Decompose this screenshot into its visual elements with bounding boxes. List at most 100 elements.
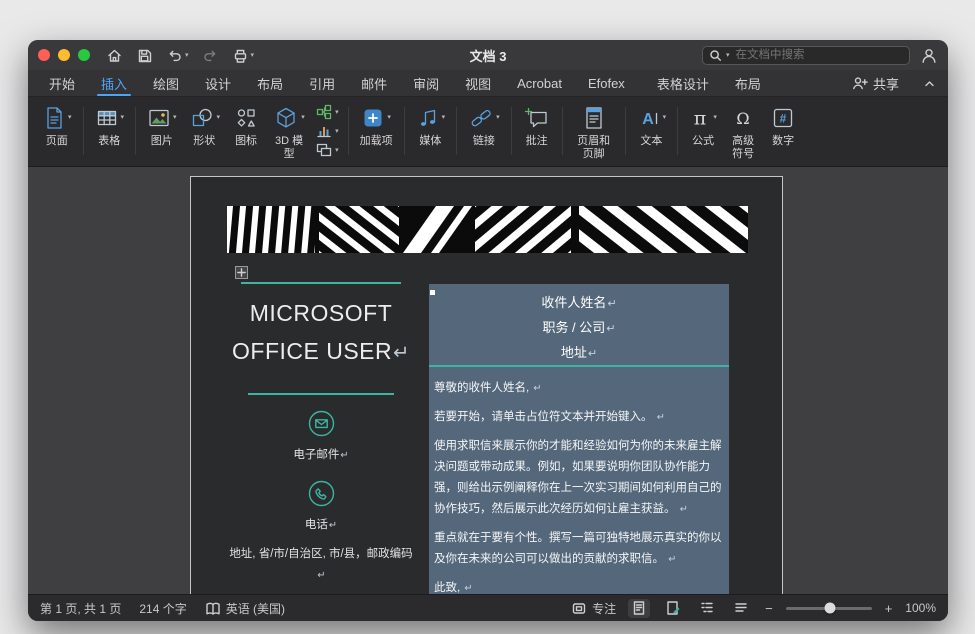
tab-table-design[interactable]: 表格设计 [644, 70, 722, 96]
ribbon-number-button[interactable]: # 数字 [763, 100, 803, 162]
document-page[interactable]: MICROSOFT OFFICE USER↵ 电子邮件↵ 电话↵ 地址, 省/市… [190, 176, 783, 594]
ribbon-divider [135, 107, 136, 155]
account-icon[interactable] [920, 47, 938, 64]
tab-references[interactable]: 引用 [296, 70, 348, 96]
recipient-title-line: 职务 / 公司↵ [429, 316, 729, 341]
ribbon-3d-models-label: 3D 模型 [272, 135, 306, 160]
paragraph-mark: ↵ [588, 348, 597, 360]
ribbon: ▾ 页面 ▾ 表格 ▾ 图片 ▾ 形状 图标 ▾ 3D 模型 ▾ ▾ ▾ [28, 97, 948, 167]
language-label: 英语 (美国) [226, 600, 285, 617]
tab-review[interactable]: 审阅 [400, 70, 452, 96]
pages-icon [42, 105, 66, 131]
ribbon-equation-button[interactable]: π▾ 公式 [683, 100, 723, 162]
ribbon-symbol-button[interactable]: Ω 高级符号 [723, 100, 763, 162]
tab-table-layout[interactable]: 布局 [722, 70, 774, 96]
zoom-slider[interactable] [786, 607, 872, 610]
spellcheck-book-icon [205, 601, 221, 616]
tab-draw[interactable]: 绘图 [140, 70, 192, 96]
close-window-button[interactable] [38, 49, 50, 61]
banner-graphic[interactable] [227, 206, 748, 253]
zoom-slider-thumb[interactable] [825, 603, 836, 614]
zoom-out-button[interactable]: − [764, 601, 774, 616]
home-button[interactable] [106, 47, 123, 64]
chevron-down-icon: ▾ [68, 114, 72, 121]
tab-view[interactable]: 视图 [452, 70, 504, 96]
ribbon-pages-button[interactable]: ▾ 页面 [36, 100, 78, 162]
ribbon-divider [677, 107, 678, 155]
tab-design[interactable]: 设计 [192, 70, 244, 96]
redo-button[interactable] [202, 47, 219, 64]
search-icon [709, 49, 722, 62]
undo-icon [166, 47, 183, 64]
chart-icon [316, 123, 332, 139]
paragraph-mark: ↵ [464, 583, 472, 594]
focus-mode-button[interactable]: 专注 [571, 600, 616, 617]
ribbon-links-button[interactable]: ▾ 链接 [462, 100, 506, 162]
chevron-down-icon: ▾ [251, 52, 255, 59]
minimize-window-button[interactable] [58, 49, 70, 61]
cell-selection-marker [430, 290, 435, 295]
outline-view-button[interactable] [696, 599, 718, 618]
save-button[interactable] [136, 47, 153, 64]
phone-label[interactable]: 电话↵ [209, 516, 433, 532]
ribbon-equation-label: 公式 [692, 135, 714, 148]
address-text[interactable]: 地址, 省/市/自治区, 市/县，邮政编码↵ [226, 544, 416, 586]
pictures-icon [147, 106, 171, 130]
header-footer-icon [582, 105, 606, 131]
ribbon-addins-label: 加载项 [360, 135, 393, 148]
ribbon-table-button[interactable]: ▾ 表格 [89, 100, 131, 162]
chevron-down-icon: ▾ [173, 114, 177, 121]
ribbon-media-button[interactable]: ▾ 媒体 [410, 100, 452, 162]
smartart-button[interactable]: ▾ [316, 104, 339, 120]
tab-home[interactable]: 开始 [36, 70, 88, 96]
letter-body-selection[interactable]: 收件人姓名↵ 职务 / 公司↵ 地址↵ 尊敬的收件人姓名, ↵ 若要开始，请单击… [429, 284, 729, 594]
print-layout-view-button[interactable] [628, 599, 650, 618]
zoom-in-button[interactable]: + [884, 601, 894, 616]
ribbon-header-footer-button[interactable]: 页眉和页脚 [568, 100, 620, 162]
ribbon-icons-button[interactable]: 图标 [226, 100, 266, 162]
collapse-ribbon-button[interactable] [919, 70, 940, 96]
ribbon-3d-models-button[interactable]: ▾ 3D 模型 [266, 100, 312, 162]
web-layout-view-button[interactable] [730, 599, 752, 618]
zoom-window-button[interactable] [78, 49, 90, 61]
ribbon-comments-button[interactable]: 批注 [517, 100, 557, 162]
page-indicator[interactable]: 第 1 页, 共 1 页 [40, 600, 121, 617]
screenshot-button[interactable]: ▾ [316, 142, 339, 158]
search-field[interactable] [734, 48, 903, 62]
tab-insert[interactable]: 插入 [88, 70, 140, 96]
chevron-down-icon: ▾ [713, 114, 717, 121]
email-label[interactable]: 电子邮件↵ [209, 446, 433, 462]
table-move-handle[interactable] [235, 266, 248, 279]
letter-body-text[interactable]: 尊敬的收件人姓名, ↵ 若要开始，请单击占位符文本并开始键入。 ↵ 使用求职信来… [434, 378, 725, 594]
tab-layout[interactable]: 布局 [244, 70, 296, 96]
symbol-omega-icon: Ω [732, 106, 754, 130]
table-icon [95, 106, 119, 130]
sender-name-text[interactable]: MICROSOFT OFFICE USER↵ [209, 294, 433, 372]
language-selector[interactable]: 英语 (美国) [205, 600, 285, 617]
tab-mailings[interactable]: 邮件 [348, 70, 400, 96]
word-count[interactable]: 214 个字 [139, 600, 186, 617]
svg-text:A: A [642, 111, 654, 128]
tab-acrobat[interactable]: Acrobat [504, 70, 575, 96]
tab-efofex[interactable]: Efofex [575, 70, 638, 96]
print-button[interactable]: ▾ [232, 47, 255, 64]
ribbon-addins-button[interactable]: ▾ 加载项 [354, 100, 399, 162]
chevron-down-icon: ▾ [726, 52, 730, 59]
chevron-down-icon: ▾ [496, 114, 500, 121]
recipient-block[interactable]: 收件人姓名↵ 职务 / 公司↵ 地址↵ [429, 284, 729, 366]
chart-button[interactable]: ▾ [316, 123, 339, 139]
share-button[interactable]: 共享 [848, 70, 903, 96]
svg-text:Ω: Ω [736, 109, 749, 128]
zoom-level[interactable]: 100% [905, 601, 936, 615]
ribbon-shapes-button[interactable]: ▾ 形状 [183, 100, 227, 162]
document-search-input[interactable]: ▾ [702, 46, 910, 65]
ribbon-pictures-button[interactable]: ▾ 图片 [141, 100, 183, 162]
equation-pi-icon: π [689, 106, 711, 130]
draft-view-button[interactable] [662, 599, 684, 618]
icons-icon [234, 106, 258, 130]
ribbon-text-button[interactable]: A▾ 文本 [631, 100, 673, 162]
undo-button[interactable]: ▾ [166, 47, 189, 64]
share-person-icon [852, 76, 868, 91]
email-icon [308, 410, 335, 437]
focus-label: 专注 [592, 600, 616, 617]
